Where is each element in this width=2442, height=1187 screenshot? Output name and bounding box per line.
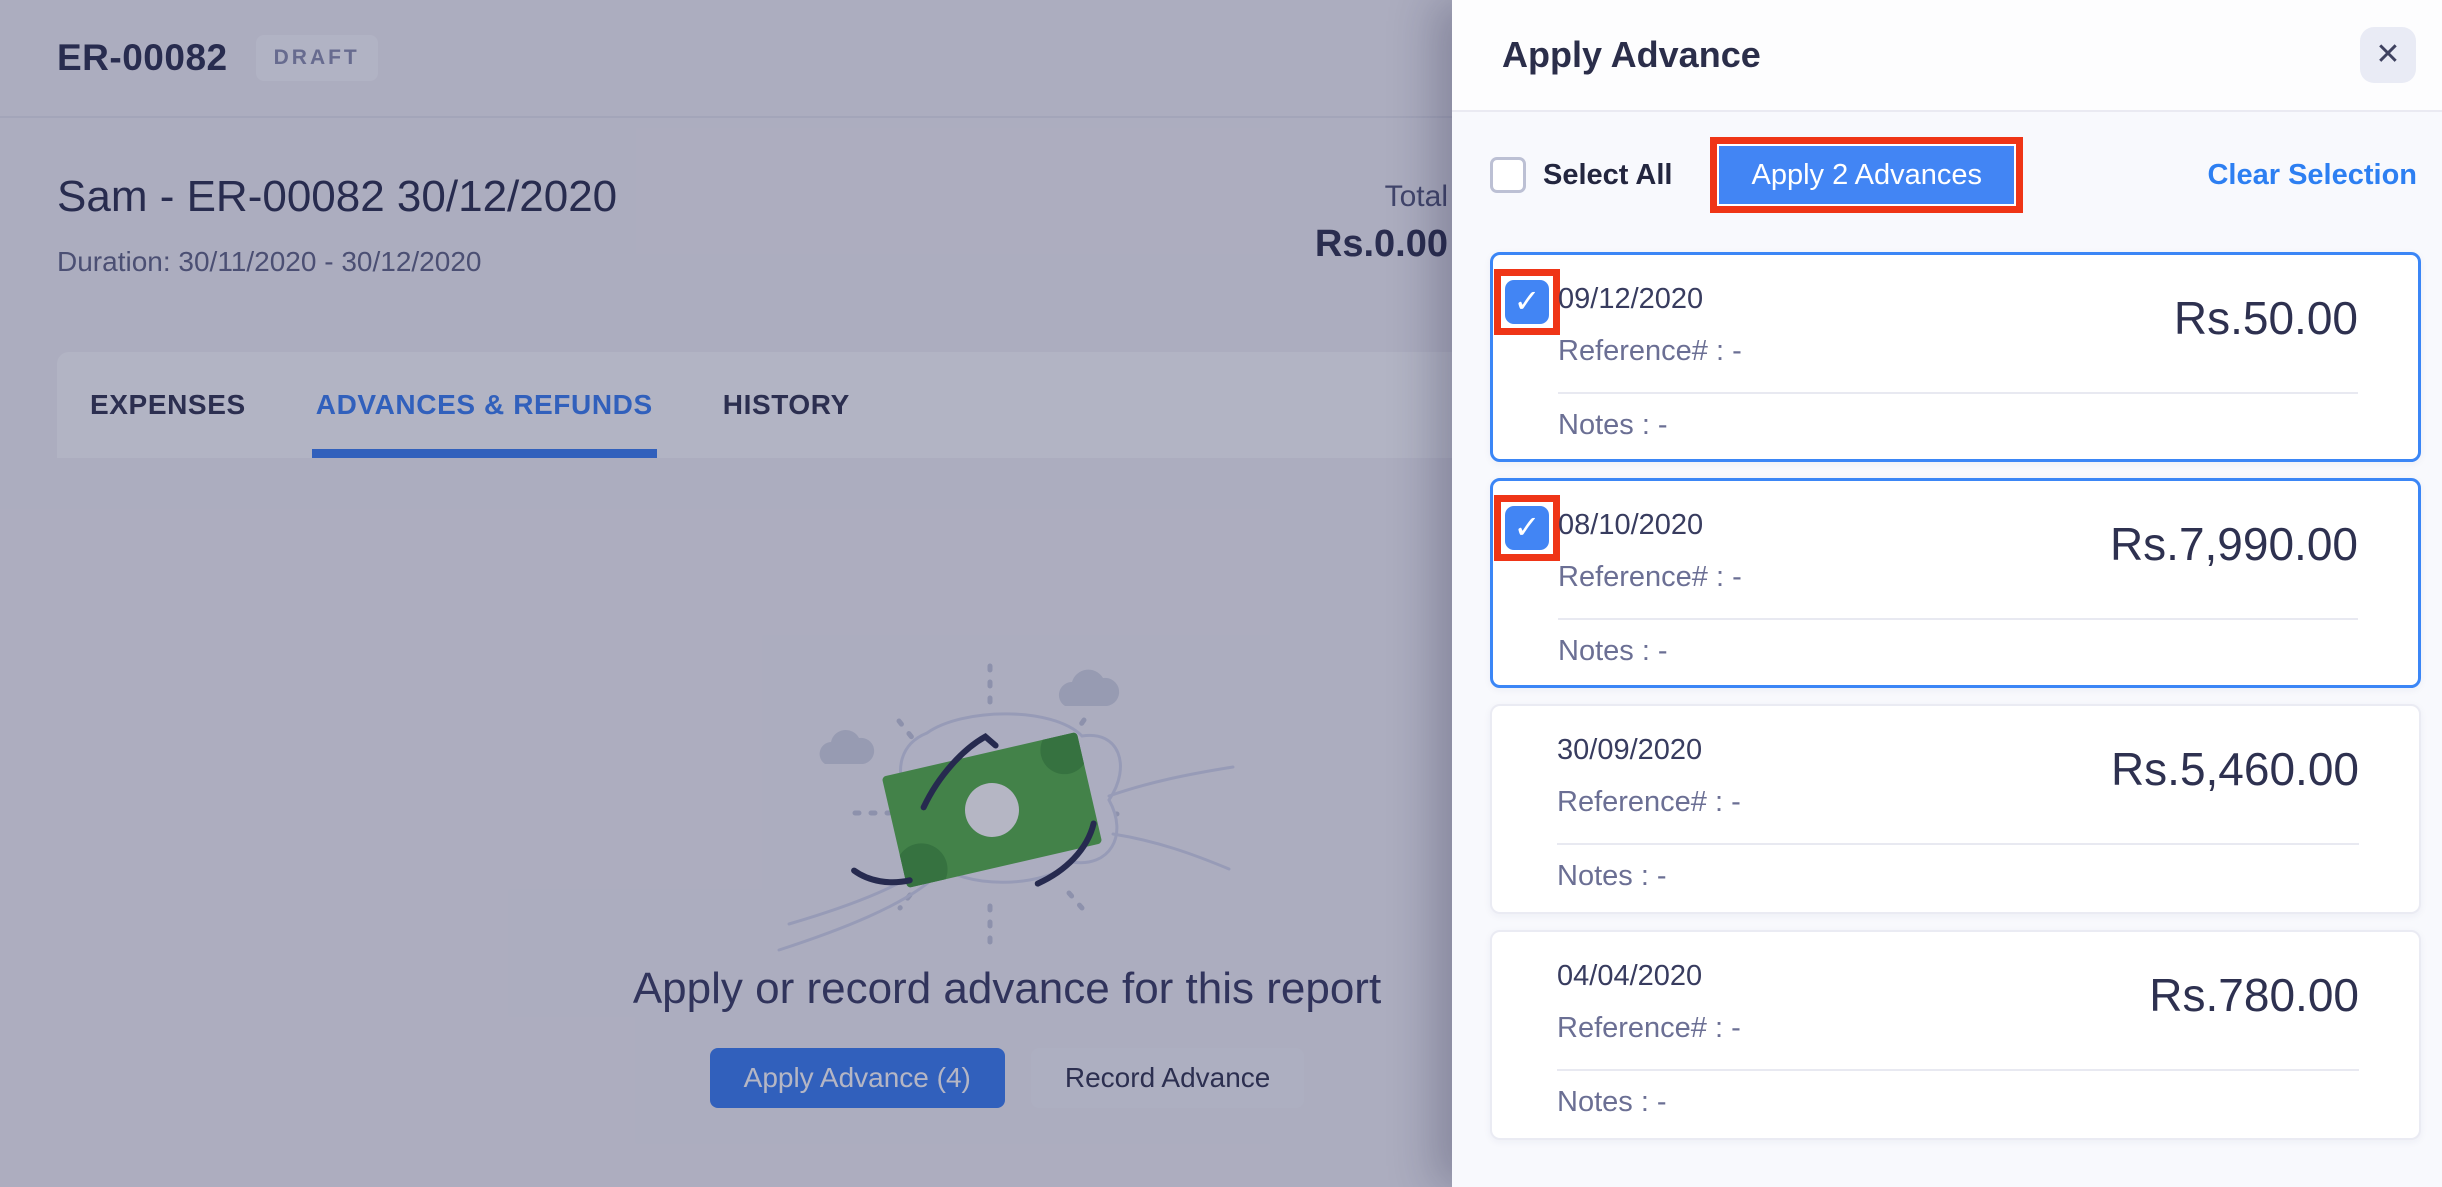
advance-date: 30/09/2020 (1557, 734, 1702, 767)
apply-advance-button[interactable]: Apply Advance (4) (710, 1048, 1005, 1108)
advance-checkbox[interactable]: ✓ (1505, 280, 1549, 324)
advance-amount: Rs.7,990.00 (2110, 517, 2358, 571)
status-badge: DRAFT (256, 35, 378, 81)
advance-reference: Reference# : - (1558, 561, 1742, 594)
apply-selected-button[interactable]: Apply 2 Advances (1719, 146, 2014, 204)
apply-advance-panel: Apply Advance ✕ Select All Apply 2 Advan… (1452, 0, 2442, 1187)
advance-card[interactable]: 30/09/2020 Rs.5,460.00 Reference# : - No… (1490, 704, 2421, 914)
advance-notes: Notes : - (1558, 635, 1668, 668)
card-checkbox-annotation: ✓ (1494, 269, 1560, 335)
select-all-checkbox[interactable] (1490, 157, 1526, 193)
select-all-label[interactable]: Select All (1543, 159, 1672, 192)
close-button[interactable]: ✕ (2360, 27, 2416, 83)
clear-selection-link[interactable]: Clear Selection (2207, 159, 2417, 192)
checkmark-icon: ✓ (1514, 511, 1541, 543)
checkmark-icon: ✓ (1514, 285, 1541, 317)
total-value: Rs.0.00 (1315, 223, 1448, 266)
tab-advances-refunds[interactable]: ADVANCES & REFUNDS (314, 352, 655, 458)
card-checkbox-annotation: ✓ (1494, 495, 1560, 561)
tab-expenses[interactable]: EXPENSES (88, 352, 248, 458)
report-id: ER-00082 (57, 37, 228, 79)
advance-checkbox[interactable]: ✓ (1505, 506, 1549, 550)
report-duration: Duration: 30/11/2020 - 30/12/2020 (57, 246, 481, 278)
tab-history[interactable]: HISTORY (721, 352, 852, 458)
cloud-icon (820, 730, 875, 764)
advance-amount: Rs.5,460.00 (2111, 742, 2359, 796)
divider (1557, 1069, 2359, 1071)
advance-amount: Rs.50.00 (2174, 291, 2358, 345)
advance-reference: Reference# : - (1557, 786, 1741, 819)
tab-label: ADVANCES & REFUNDS (316, 389, 653, 421)
advance-date: 08/10/2020 (1558, 509, 1703, 542)
advance-amount: Rs.780.00 (2149, 968, 2359, 1022)
advance-card[interactable]: ✓ 09/12/2020 Rs.50.00 Reference# : - Not… (1490, 252, 2421, 462)
cloud-icon (1059, 670, 1119, 706)
panel-header: Apply Advance ✕ (1452, 0, 2442, 112)
advance-notes: Notes : - (1558, 409, 1668, 442)
banknote-icon (831, 715, 1115, 924)
advance-notes: Notes : - (1557, 860, 1667, 893)
panel-controls: Select All Apply 2 Advances Clear Select… (1452, 112, 2442, 238)
page-title: Sam - ER-00082 30/12/2020 (57, 172, 617, 222)
advance-list: ✓ 09/12/2020 Rs.50.00 Reference# : - Not… (1452, 238, 2442, 1187)
advance-date: 04/04/2020 (1557, 960, 1702, 993)
tab-label: HISTORY (723, 389, 850, 421)
advance-card[interactable]: 04/04/2020 Rs.780.00 Reference# : - Note… (1490, 930, 2421, 1140)
close-icon: ✕ (2375, 40, 2400, 70)
annotation-box: Apply 2 Advances (1710, 137, 2023, 213)
report-total: Total Rs.0.00 (1315, 180, 1448, 266)
tab-label: EXPENSES (90, 389, 246, 421)
advance-card[interactable]: ✓ 08/10/2020 Rs.7,990.00 Reference# : - … (1490, 478, 2421, 688)
divider (1557, 843, 2359, 845)
advance-reference: Reference# : - (1558, 335, 1742, 368)
advance-notes: Notes : - (1557, 1086, 1667, 1119)
divider (1558, 618, 2358, 620)
panel-title: Apply Advance (1502, 34, 2360, 76)
advance-reference: Reference# : - (1557, 1012, 1741, 1045)
divider (1558, 392, 2358, 394)
money-illustration (777, 648, 1237, 958)
record-advance-button[interactable]: Record Advance (1031, 1048, 1304, 1108)
advance-date: 09/12/2020 (1558, 283, 1703, 316)
total-label: Total (1315, 180, 1448, 214)
